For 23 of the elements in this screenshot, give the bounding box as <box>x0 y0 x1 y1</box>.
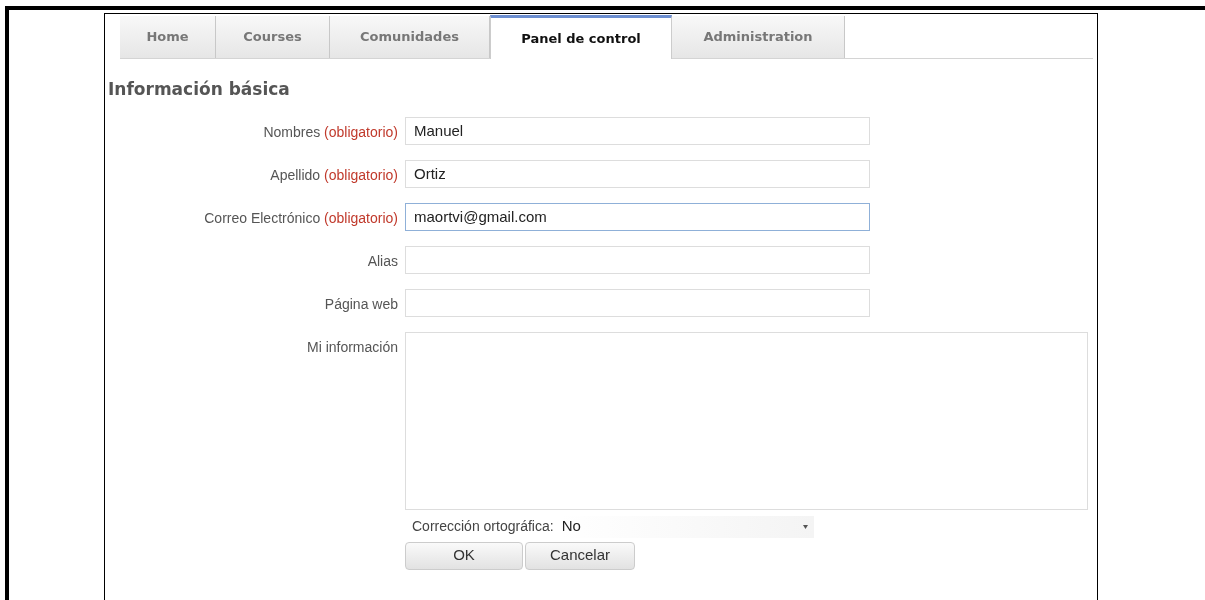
tab[interactable]: Courses <box>216 16 330 58</box>
ok-button[interactable]: OK <box>405 541 523 570</box>
tab[interactable]: Comunidades <box>330 16 490 58</box>
tab[interactable]: Administration <box>672 16 845 58</box>
input-field[interactable]: Manuel <box>405 116 870 145</box>
input-field[interactable]: Ortiz <box>405 159 870 188</box>
field-label: Apellido (obligatorio) <box>269 165 399 185</box>
tab[interactable]: Home <box>120 16 216 58</box>
text-area[interactable] <box>405 331 1088 510</box>
input-field[interactable]: maortvi@gmail.com <box>405 202 870 231</box>
field-label: Mi información <box>305 337 399 357</box>
field-label: Alias <box>366 251 399 271</box>
cancel-button[interactable]: Cancelar <box>525 541 635 570</box>
field-label: Correo Electrónico (obligatorio) <box>203 208 399 228</box>
input-field[interactable] <box>405 245 870 274</box>
input-field[interactable] <box>405 288 870 317</box>
section-title: Información básica <box>108 78 291 101</box>
field-label: Corrección ortográfica: <box>412 517 554 536</box>
tab[interactable]: Panel de control <box>490 15 672 59</box>
field-label: Nombres (obligatorio) <box>262 122 399 142</box>
dropdown[interactable]: No <box>559 515 814 538</box>
field-label: Página web <box>323 294 399 314</box>
caret-icon <box>802 524 808 529</box>
